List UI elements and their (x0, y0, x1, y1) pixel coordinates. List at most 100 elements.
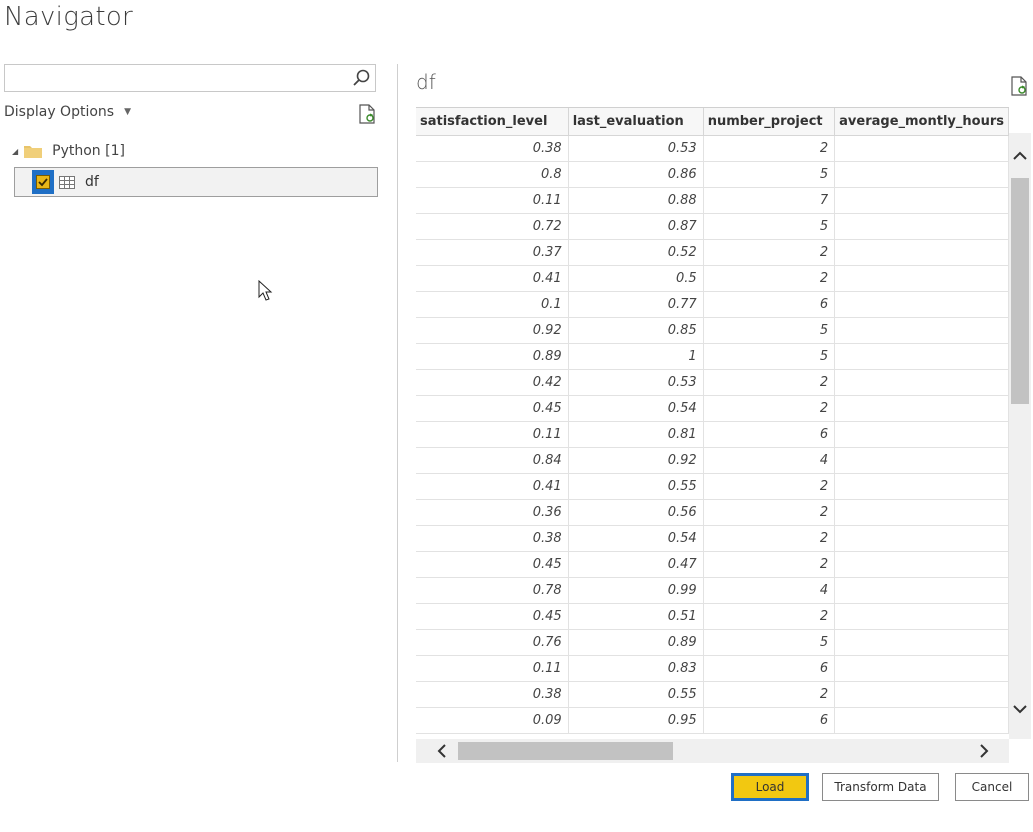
table-cell: 2 (703, 135, 836, 162)
column-header[interactable]: last_evaluation (568, 108, 704, 136)
table-cell: 5 (703, 317, 836, 344)
df-checkbox[interactable] (32, 170, 54, 194)
search-input[interactable] (4, 64, 376, 92)
vertical-scroll-thumb[interactable] (1011, 178, 1029, 404)
table-cell: 0.56 (568, 499, 704, 526)
table-row: 0.89 1 5 (416, 343, 1009, 370)
table-cell: 0.84 (416, 447, 569, 474)
table-cell: 0.45 (416, 395, 569, 422)
scroll-down-icon[interactable] (1009, 698, 1031, 720)
table-cell: 2 (703, 681, 836, 708)
table-row: 0.92 0.85 5 (416, 317, 1009, 344)
table-cell: 0.86 (568, 161, 704, 188)
preview-table[interactable]: satisfaction_level last_evaluation number_… (416, 107, 1009, 740)
table-cell (834, 447, 1009, 474)
table-row: 0.41 0.5 2 (416, 265, 1009, 292)
column-header[interactable]: average_montly_hours (834, 108, 1009, 136)
table-cell (834, 421, 1009, 448)
table-cell: 0.92 (416, 317, 569, 344)
table-cell (834, 239, 1009, 266)
table-row: 0.38 0.53 2 (416, 135, 1009, 162)
table-cell: 0.78 (416, 577, 569, 604)
table-cell: 0.1 (416, 291, 569, 318)
preview-title: df (416, 70, 436, 94)
scroll-left-icon[interactable] (430, 739, 454, 763)
table-cell: 0.54 (568, 525, 704, 552)
column-header[interactable]: satisfaction_level (416, 108, 569, 136)
refresh-preview-icon[interactable] (1010, 76, 1028, 96)
table-cell (834, 161, 1009, 188)
tree-folder-python[interactable]: ◢ Python [1] (12, 143, 125, 159)
table-cell: 0.76 (416, 629, 569, 656)
table-row: 0.45 0.54 2 (416, 395, 1009, 422)
expand-triangle-icon[interactable]: ◢ (12, 147, 18, 156)
table-cell: 0.36 (416, 499, 569, 526)
table-cell: 0.45 (416, 603, 569, 630)
display-options-dropdown[interactable]: Display Options ▼ (4, 104, 131, 120)
table-row: 0.41 0.55 2 (416, 473, 1009, 500)
horizontal-scrollbar[interactable] (416, 739, 1009, 763)
table-cell: 0.11 (416, 655, 569, 682)
checkmark-icon (36, 175, 50, 189)
table-cell: 0.11 (416, 421, 569, 448)
table-cell: 2 (703, 603, 836, 630)
column-header[interactable]: number_project (703, 108, 836, 136)
table-cell: 0.38 (416, 525, 569, 552)
table-header-row: satisfaction_level last_evaluation number_… (416, 108, 1009, 136)
table-cell: 0.37 (416, 239, 569, 266)
table-cell: 0.87 (568, 213, 704, 240)
display-options-label: Display Options (4, 104, 115, 120)
table-cell: 0.77 (568, 291, 704, 318)
table-cell (834, 343, 1009, 370)
table-cell: 0.52 (568, 239, 704, 266)
table-cell: 0.88 (568, 187, 704, 214)
table-icon (59, 175, 75, 189)
refresh-document-icon[interactable] (358, 104, 376, 124)
table-row: 0.72 0.87 5 (416, 213, 1009, 240)
table-cell (834, 577, 1009, 604)
table-cell: 1 (568, 343, 704, 370)
table-row: 0.38 0.54 2 (416, 525, 1009, 552)
search-icon[interactable] (351, 68, 371, 88)
table-cell: 2 (703, 369, 836, 396)
table-cell (834, 525, 1009, 552)
table-cell (834, 499, 1009, 526)
scroll-up-icon[interactable] (1009, 145, 1031, 167)
load-button[interactable]: Load (731, 773, 809, 801)
table-cell: 0.55 (568, 473, 704, 500)
table-cell: 5 (703, 629, 836, 656)
table-cell: 0.42 (416, 369, 569, 396)
table-cell: 0.5 (568, 265, 704, 292)
table-cell: 0.89 (568, 629, 704, 656)
table-row: 0.11 0.81 6 (416, 421, 1009, 448)
table-cell: 0.81 (568, 421, 704, 448)
horizontal-scroll-thumb[interactable] (458, 742, 673, 760)
tree-item-df[interactable]: df (14, 167, 378, 197)
table-cell: 4 (703, 447, 836, 474)
scroll-right-icon[interactable] (972, 739, 996, 763)
vertical-scrollbar[interactable] (1009, 133, 1031, 739)
table-cell: 2 (703, 473, 836, 500)
table-row: 0.76 0.89 5 (416, 629, 1009, 656)
table-cell: 7 (703, 187, 836, 214)
table-row: 0.78 0.99 4 (416, 577, 1009, 604)
table-row: 0.38 0.55 2 (416, 681, 1009, 708)
table-cell: 4 (703, 577, 836, 604)
table-cell (834, 473, 1009, 500)
transform-data-button[interactable]: Transform Data (822, 773, 939, 801)
table-cell: 0.45 (416, 551, 569, 578)
tree-item-label: df (85, 174, 99, 190)
folder-icon (24, 146, 43, 158)
table-cell: 0.38 (416, 681, 569, 708)
pane-divider[interactable] (397, 64, 398, 762)
table-row: 0.45 0.47 2 (416, 551, 1009, 578)
table-row: 0.37 0.52 2 (416, 239, 1009, 266)
table-cell (834, 603, 1009, 630)
table-cell: 6 (703, 655, 836, 682)
table-cell: 0.83 (568, 655, 704, 682)
cancel-button[interactable]: Cancel (955, 773, 1029, 801)
table-cell: 2 (703, 499, 836, 526)
table-cell (834, 655, 1009, 682)
table-row: 0.09 0.95 6 (416, 707, 1009, 734)
table-cell (834, 681, 1009, 708)
